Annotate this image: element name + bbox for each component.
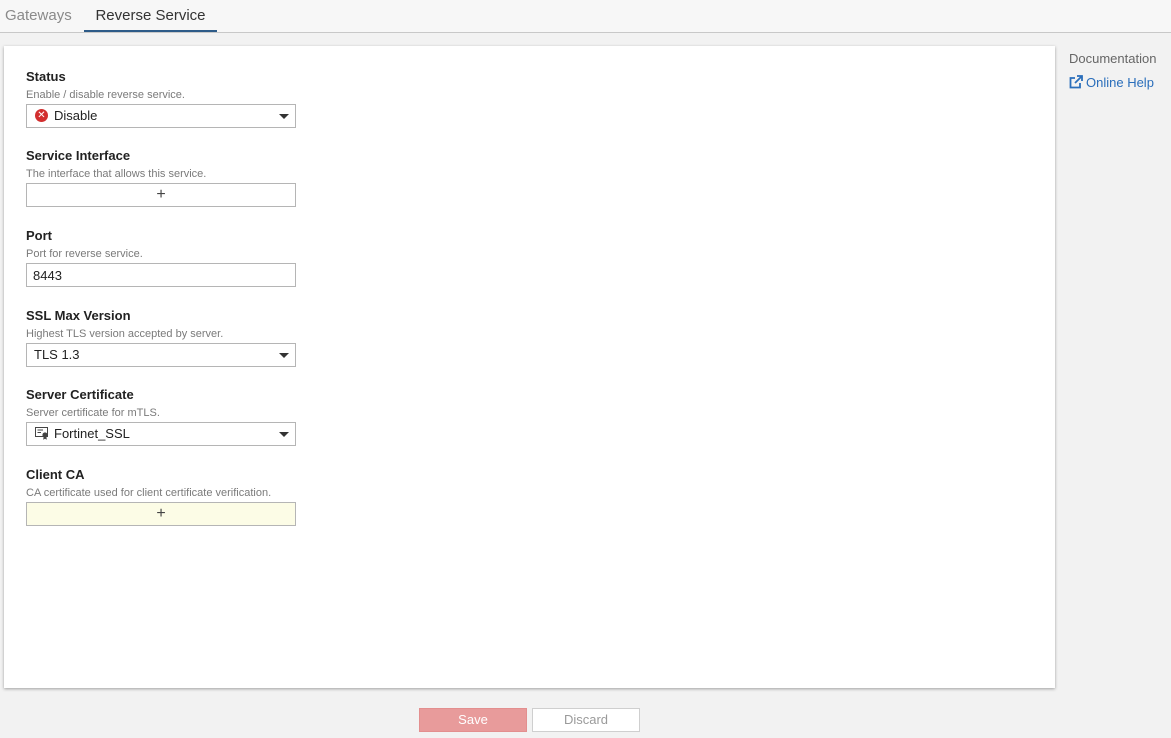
port-input[interactable] [33,266,283,284]
service-interface-hint: The interface that allows this service. [26,168,207,180]
client-ca-field: Client CA CA certificate used for client… [26,467,296,526]
discard-button[interactable]: Discard [532,708,640,732]
x-circle-icon: ✕ [35,109,48,122]
plus-icon: + [156,186,166,203]
status-field: Status Enable / disable reverse service.… [26,69,296,128]
service-interface-field: Service Interface The interface that all… [26,148,296,207]
port-field: Port Port for reverse service. [26,228,296,287]
server-certificate-field: Server Certificate Server certificate fo… [26,387,296,446]
ssl-max-version-field: SSL Max Version Highest TLS version acce… [26,308,296,367]
ssl-max-version-label: SSL Max Version [26,308,131,323]
certificate-icon [35,427,48,440]
port-input-wrapper [26,263,296,287]
server-certificate-value: Fortinet_SSL [54,426,130,441]
status-hint: Enable / disable reverse service. [26,89,185,101]
online-help-link[interactable]: Online Help [1069,74,1169,91]
client-ca-add[interactable]: + [26,502,296,526]
ssl-max-version-value: TLS 1.3 [34,347,80,362]
service-interface-add[interactable]: + [26,183,296,207]
plus-icon: + [156,505,166,522]
tab-gateways[interactable]: Gateways [5,0,75,32]
server-certificate-select[interactable]: Fortinet_SSL [26,422,296,446]
server-certificate-label: Server Certificate [26,387,134,402]
tab-bar: Gateways Reverse Service [0,0,1171,33]
chevron-down-icon [279,114,289,119]
client-ca-label: Client CA [26,467,85,482]
client-ca-hint: CA certificate used for client certifica… [26,487,272,499]
service-interface-label: Service Interface [26,148,131,163]
external-link-icon [1069,75,1083,89]
documentation-panel: Documentation Online Help [1069,50,1169,91]
status-select[interactable]: ✕ Disable [26,104,296,128]
tab-reverse-service[interactable]: Reverse Service [84,0,217,32]
ssl-max-version-select[interactable]: TLS 1.3 [26,343,296,367]
server-certificate-hint: Server certificate for mTLS. [26,407,160,419]
settings-panel: Status Enable / disable reverse service.… [4,46,1055,688]
ssl-max-version-hint: Highest TLS version accepted by server. [26,328,224,340]
documentation-title: Documentation [1069,51,1157,66]
port-hint: Port for reverse service. [26,248,143,260]
port-label: Port [26,228,52,243]
save-button[interactable]: Save [419,708,527,732]
status-label: Status [26,69,66,84]
online-help-label: Online Help [1086,75,1154,90]
chevron-down-icon [279,432,289,437]
chevron-down-icon [279,353,289,358]
status-value: Disable [54,108,98,123]
